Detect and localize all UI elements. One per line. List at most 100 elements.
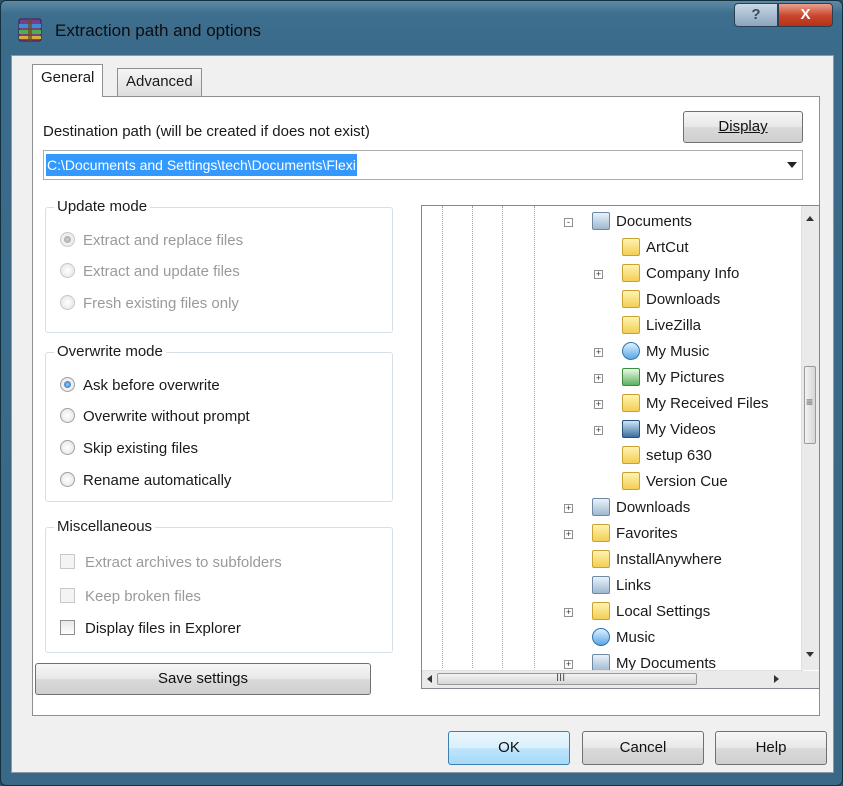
scroll-up-arrow-icon[interactable] bbox=[806, 216, 814, 221]
favorites-icon bbox=[592, 524, 610, 542]
tree-guide-line bbox=[534, 206, 535, 668]
tree-item[interactable]: My Music bbox=[622, 340, 709, 364]
title-bar[interactable]: Extraction path and options ? X bbox=[1, 1, 842, 42]
destination-path-label: Destination path (will be created if doe… bbox=[43, 123, 370, 140]
radio-overwrite-without-prompt[interactable]: Overwrite without prompt bbox=[60, 406, 250, 428]
destination-path-combobox[interactable]: C:\Documents and Settings\tech\Documents… bbox=[43, 150, 803, 180]
winrar-archive-icon bbox=[18, 18, 42, 42]
tree-item-label: My Pictures bbox=[646, 369, 725, 386]
tree-item[interactable]: My Pictures bbox=[622, 366, 724, 390]
tree-item[interactable]: Music bbox=[592, 626, 655, 650]
tree-item-label: Music bbox=[616, 629, 656, 646]
tree-expander-icon[interactable]: + bbox=[594, 426, 603, 435]
tree-vertical-scrollbar[interactable]: ≡ bbox=[801, 206, 819, 670]
dropdown-arrow-icon[interactable] bbox=[787, 162, 797, 168]
tree-item[interactable]: InstallAnywhere bbox=[592, 548, 722, 572]
save-settings-button[interactable]: Save settings bbox=[35, 663, 371, 695]
display-button[interactable]: Display bbox=[683, 111, 803, 143]
tree-item[interactable]: Local Settings bbox=[592, 600, 710, 624]
scroll-left-arrow-icon[interactable] bbox=[427, 675, 432, 683]
tree-item[interactable]: ArtCut bbox=[622, 236, 689, 260]
tree-item[interactable]: setup 630 bbox=[622, 444, 712, 468]
radio-indicator bbox=[60, 232, 75, 247]
radio-extract-update[interactable]: Extract and update files bbox=[60, 261, 240, 283]
vertical-scroll-thumb[interactable]: ≡ bbox=[804, 366, 816, 444]
documents-icon bbox=[592, 498, 610, 516]
folder-icon bbox=[622, 264, 640, 282]
videos-folder-icon bbox=[622, 420, 640, 438]
tree-item[interactable]: Version Cue bbox=[622, 470, 728, 494]
tab-general[interactable]: General bbox=[32, 64, 104, 97]
folder-icon bbox=[622, 316, 640, 334]
tree-guide-line bbox=[442, 206, 443, 668]
overwrite-mode-group: Overwrite mode Ask before overwrite Over… bbox=[45, 343, 393, 502]
tree-item-label: Links bbox=[616, 577, 652, 594]
update-mode-title: Update mode bbox=[54, 198, 151, 215]
dialog-client-area: General Advanced Destination path (will … bbox=[11, 55, 834, 773]
tree-expander-icon[interactable]: + bbox=[564, 608, 573, 617]
checkbox-keep-broken-files[interactable]: Keep broken files bbox=[60, 586, 201, 608]
checkbox-indicator bbox=[60, 554, 75, 569]
tree-item-label: My Videos bbox=[646, 421, 716, 438]
checkbox-extract-to-subfolders[interactable]: Extract archives to subfolders bbox=[60, 552, 282, 574]
tree-item-label: setup 630 bbox=[646, 447, 712, 464]
tree-item[interactable]: Documents bbox=[592, 210, 692, 234]
radio-ask-before-overwrite[interactable]: Ask before overwrite bbox=[60, 375, 220, 397]
help-title-button[interactable]: ? bbox=[734, 3, 778, 27]
help-button[interactable]: Help bbox=[715, 731, 827, 765]
horizontal-scroll-thumb[interactable]: III bbox=[437, 672, 697, 685]
checkbox-display-in-explorer[interactable]: Display files in Explorer bbox=[60, 618, 241, 640]
radio-fresh-existing[interactable]: Fresh existing files only bbox=[60, 293, 239, 315]
tree-item[interactable]: Downloads bbox=[622, 288, 720, 312]
tree-expander-icon[interactable]: + bbox=[564, 504, 573, 513]
scroll-down-arrow-icon[interactable] bbox=[806, 652, 814, 657]
dialog-window: Extraction path and options ? X General … bbox=[0, 0, 843, 786]
folder-icon bbox=[592, 550, 610, 568]
radio-skip-existing[interactable]: Skip existing files bbox=[60, 438, 198, 460]
tree-expander-icon[interactable]: + bbox=[594, 400, 603, 409]
folder-icon bbox=[592, 602, 610, 620]
tree-item-label: Version Cue bbox=[646, 473, 728, 490]
checkbox-indicator bbox=[60, 588, 75, 603]
radio-indicator bbox=[60, 472, 75, 487]
tree-expander-icon[interactable]: + bbox=[594, 348, 603, 357]
tree-horizontal-scrollbar[interactable]: III bbox=[422, 670, 803, 688]
radio-indicator bbox=[60, 440, 75, 455]
scroll-grip-icon: ≡ bbox=[806, 395, 814, 409]
music-folder-icon bbox=[592, 628, 610, 646]
checkbox-indicator bbox=[60, 620, 75, 635]
tree-item-label: Local Settings bbox=[616, 603, 711, 620]
radio-extract-replace[interactable]: Extract and replace files bbox=[60, 230, 243, 252]
tree-expander-icon[interactable]: + bbox=[594, 374, 603, 383]
tree-expander-icon[interactable]: + bbox=[564, 530, 573, 539]
scroll-right-arrow-icon[interactable] bbox=[774, 675, 779, 683]
tree-item-label: ArtCut bbox=[646, 239, 689, 256]
tab-advanced[interactable]: Advanced bbox=[117, 68, 202, 96]
overwrite-mode-title: Overwrite mode bbox=[54, 343, 166, 360]
tree-item[interactable]: LiveZilla bbox=[622, 314, 701, 338]
radio-indicator bbox=[60, 263, 75, 278]
tree-item[interactable]: Favorites bbox=[592, 522, 678, 546]
cancel-button[interactable]: Cancel bbox=[582, 731, 704, 765]
tree-item[interactable]: Links bbox=[592, 574, 651, 598]
destination-path-value[interactable]: C:\Documents and Settings\tech\Documents… bbox=[46, 154, 357, 176]
tree-item-label: My Received Files bbox=[646, 395, 769, 412]
tree-expander-icon[interactable]: + bbox=[564, 660, 573, 669]
tree-expander-icon[interactable]: - bbox=[564, 218, 573, 227]
tree-item-label: Downloads bbox=[646, 291, 721, 308]
radio-rename-automatically[interactable]: Rename automatically bbox=[60, 470, 231, 492]
close-button[interactable]: X bbox=[778, 3, 833, 27]
ok-button[interactable]: OK bbox=[448, 731, 570, 765]
miscellaneous-title: Miscellaneous bbox=[54, 518, 156, 535]
folder-tree[interactable]: - Documents ArtCut + Company Info Downloads Li… bbox=[421, 205, 820, 689]
folder-icon bbox=[622, 446, 640, 464]
folder-icon bbox=[622, 238, 640, 256]
tree-item[interactable]: My Videos bbox=[622, 418, 716, 442]
tree-item[interactable]: Company Info bbox=[622, 262, 739, 286]
scroll-grip-icon: III bbox=[556, 672, 566, 684]
general-tab-page: Destination path (will be created if doe… bbox=[32, 96, 820, 716]
tree-item[interactable]: My Received Files bbox=[622, 392, 769, 416]
tree-expander-icon[interactable]: + bbox=[594, 270, 603, 279]
folder-icon bbox=[622, 472, 640, 490]
tree-item[interactable]: Downloads bbox=[592, 496, 690, 520]
